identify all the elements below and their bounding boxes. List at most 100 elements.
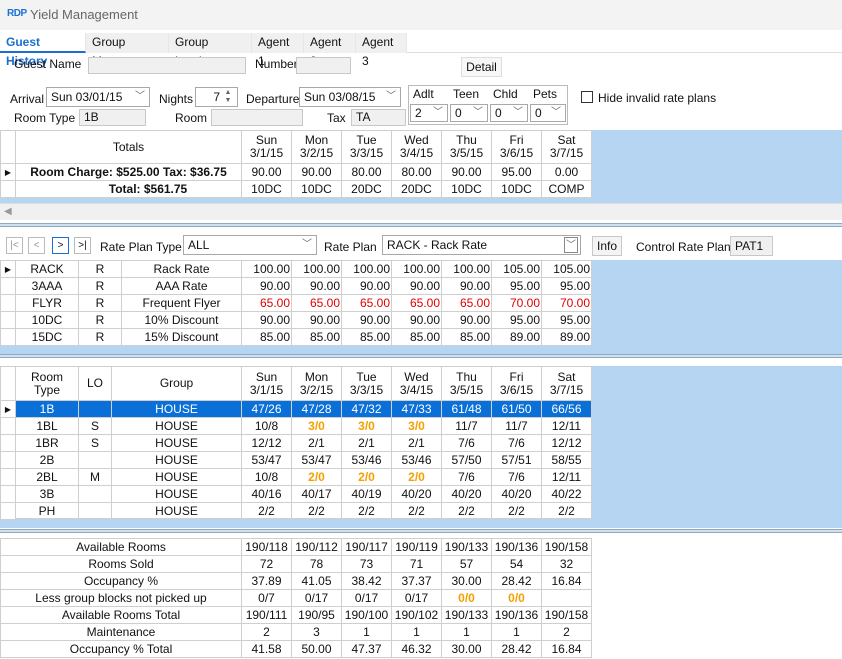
guest-name-field[interactable]: [88, 57, 246, 74]
summary-value-cell: 0/17: [341, 589, 392, 607]
table-row: Available Rooms 190/118 190/112 190/117 190/…: [0, 538, 592, 556]
rate-value-cell: 95.00: [541, 277, 592, 295]
summary-value-cell: 1: [441, 623, 492, 641]
splitter[interactable]: [0, 529, 842, 533]
rate-cell: 90.00: [291, 163, 342, 181]
table-row[interactable]: 3AAA R AAA Rate 90.00 90.00 90.00 90.00 90.00 95…: [0, 277, 592, 295]
availability-cell: 2/2: [241, 502, 292, 520]
group-cell: HOUSE: [111, 468, 242, 486]
table-row[interactable]: ▶ 1B HOUSE 47/26 47/28 47/32 47/33 61/48 61/50 66…: [0, 400, 592, 418]
table-row[interactable]: 1BR S HOUSE 12/12 2/1 2/1 2/1 7/6 7/6 12/12: [0, 434, 592, 452]
summary-value-cell: [541, 589, 592, 607]
teen-select[interactable]: 0 ﹀: [450, 104, 488, 122]
horizontal-scrollbar[interactable]: [0, 203, 842, 220]
chld-select[interactable]: 0 ﹀: [490, 104, 528, 122]
rate-value-cell: 105.00: [541, 260, 592, 278]
lo-header: LO: [78, 366, 112, 401]
departure-label: Departure: [246, 92, 300, 106]
summary-value-cell: 2: [241, 623, 292, 641]
adlt-select[interactable]: 2 ﹀: [410, 104, 448, 122]
pets-select[interactable]: 0 ﹀: [530, 104, 566, 122]
table-row[interactable]: 10DC R 10% Discount 90.00 90.00 90.00 90.00 90.…: [0, 311, 592, 329]
next-record-button[interactable]: >: [52, 237, 69, 254]
pets-value: 0: [535, 106, 542, 120]
detail-button[interactable]: Detail: [461, 57, 502, 77]
table-row[interactable]: Total: $561.75 10DC 10DC 20DC 20DC 10DC …: [0, 180, 592, 198]
lo-cell: [78, 400, 112, 418]
summary-value-cell: 47.37: [341, 640, 392, 658]
rate-plan-type-select[interactable]: ALL ﹀: [183, 235, 317, 255]
room-field[interactable]: [211, 109, 303, 126]
table-row[interactable]: 1BL S HOUSE 10/8 3/0 3/0 3/0 11/7 11/7 12/11: [0, 417, 592, 435]
day-header: Thu 3/5/15: [441, 366, 492, 401]
adlt-value: 2: [415, 106, 422, 120]
summary-value-cell: 190/136: [491, 606, 542, 624]
lo-cell: [78, 485, 112, 503]
tab-agent-1[interactable]: Agent 1: [252, 33, 304, 68]
arrival-date-picker[interactable]: Sun 03/01/15 ﹀: [46, 87, 150, 107]
availability-cell: 10/8: [241, 468, 292, 486]
table-row[interactable]: ▶ Room Charge: $525.00 Tax: $36.75 90.00…: [0, 163, 592, 181]
table-row[interactable]: 3B HOUSE 40/16 40/17 40/19 40/20 40/20 40/20 40/…: [0, 485, 592, 503]
table-row[interactable]: FLYR R Frequent Flyer 65.00 65.00 65.00 65.00 6…: [0, 294, 592, 312]
tab-group-leader[interactable]: Group Leader: [169, 33, 252, 68]
day-header: Sun 3/1/15: [241, 366, 292, 401]
tax-field[interactable]: TA: [351, 109, 406, 126]
room-type-field[interactable]: 1B: [79, 109, 146, 126]
table-row: Rooms Sold 72 78 73 71 57 54 32: [0, 555, 592, 573]
rate-plan-select[interactable]: RACK - Rack Rate ﹀: [382, 235, 581, 255]
table-row[interactable]: ▶ RACK R Rack Rate 100.00 100.00 100.00 100.00 1…: [0, 260, 592, 278]
summary-value-cell: 190/118: [241, 538, 292, 556]
availability-cell: 2/0: [291, 468, 342, 486]
previous-record-button[interactable]: <: [28, 237, 45, 254]
summary-value-cell: 190/100: [341, 606, 392, 624]
control-rate-plan-field[interactable]: PAT1: [730, 236, 773, 256]
availability-cell: 47/28: [291, 400, 342, 418]
summary-value-cell: 0/0: [491, 589, 542, 607]
tab-guest-history[interactable]: Guest History: [0, 33, 86, 68]
summary-value-cell: 190/117: [341, 538, 392, 556]
totals-grid: Totals Sun 3/1/15 Mon 3/2/15 Tue 3/3/15 Wed…: [0, 130, 592, 198]
table-row[interactable]: PH HOUSE 2/2 2/2 2/2 2/2 2/2 2/2 2/2: [0, 502, 592, 520]
tab-agent-2[interactable]: Agent 2: [304, 33, 356, 68]
summary-value-cell: 1: [341, 623, 392, 641]
table-row[interactable]: 2BL M HOUSE 10/8 2/0 2/0 2/0 7/6 7/6 12/11: [0, 468, 592, 486]
hide-invalid-rate-plans-checkbox[interactable]: [581, 91, 593, 103]
departure-date-picker[interactable]: Sun 03/08/15 ﹀: [299, 87, 401, 107]
summary-label: Occupancy %: [0, 572, 242, 590]
availability-cell: 61/48: [441, 400, 492, 418]
spinner-arrows-icon[interactable]: ▲ ▼: [221, 89, 235, 105]
room-type-label: Room Type: [14, 111, 76, 125]
tab-agent-3[interactable]: Agent 3: [356, 33, 407, 68]
rate-value-cell: 89.00: [491, 328, 542, 346]
table-row[interactable]: 2B HOUSE 53/47 53/47 53/46 53/46 57/50 57/51 58/…: [0, 451, 592, 469]
summary-value-cell: 3: [291, 623, 342, 641]
rate-plan-code: FLYR: [15, 294, 79, 312]
rate-plan-type: R: [78, 260, 122, 278]
first-record-button[interactable]: |<: [6, 237, 23, 254]
nights-stepper[interactable]: 7 ▲ ▼: [195, 87, 238, 107]
group-cell: HOUSE: [111, 502, 242, 520]
guest-name-label: Guest Name: [14, 57, 82, 71]
availability-cell: 2/2: [441, 502, 492, 520]
scroll-left-icon[interactable]: ◀: [4, 206, 12, 217]
chevron-down-icon: ﹀: [135, 91, 145, 102]
rate-value-cell: 90.00: [391, 311, 442, 329]
splitter[interactable]: [0, 354, 842, 358]
summary-value-cell: 32: [541, 555, 592, 573]
rate-value-cell: 95.00: [491, 311, 542, 329]
tab-group-master[interactable]: Group Master: [86, 33, 169, 68]
number-field[interactable]: [296, 57, 351, 74]
info-button[interactable]: Info: [592, 236, 622, 256]
rate-value-cell: 85.00: [291, 328, 342, 346]
table-row[interactable]: 15DC R 15% Discount 85.00 85.00 85.00 85.00 85.…: [0, 328, 592, 346]
day-header: Mon 3/2/15: [291, 130, 342, 164]
rate-value-cell: 65.00: [291, 294, 342, 312]
rate-plans-grid: ▶ RACK R Rack Rate 100.00 100.00 100.00 100.00 1…: [0, 260, 592, 346]
pets-label: Pets: [533, 87, 558, 101]
summary-value-cell: 30.00: [441, 572, 492, 590]
room-type-cell: 3B: [15, 485, 79, 503]
availability-cell: 3/0: [341, 417, 392, 435]
splitter[interactable]: [0, 223, 842, 227]
last-record-button[interactable]: >|: [74, 237, 91, 254]
